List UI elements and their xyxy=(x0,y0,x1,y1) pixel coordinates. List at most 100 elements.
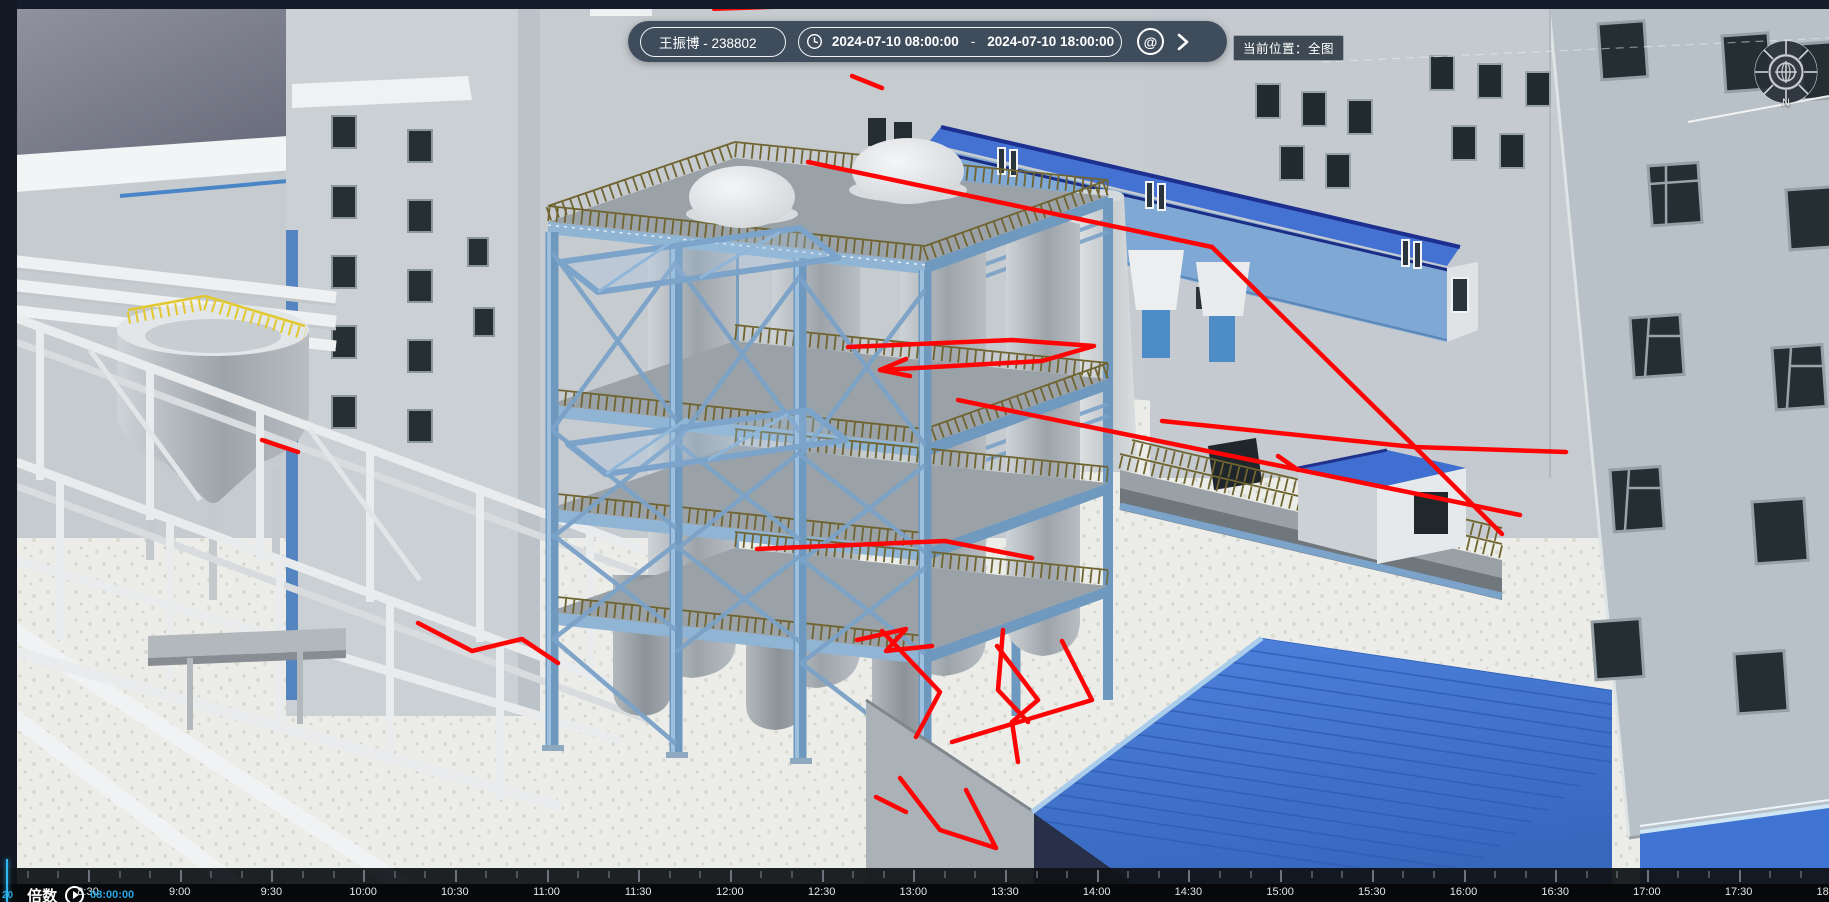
timeline-tick xyxy=(1708,871,1710,878)
timeline-label: 18:00 xyxy=(1817,886,1829,898)
timeline-tick xyxy=(1311,871,1313,878)
timeline-label: 17:30 xyxy=(1725,886,1753,898)
timeline-tick xyxy=(302,871,304,878)
timeline-tick xyxy=(1800,871,1802,878)
timeline-tick xyxy=(669,871,671,878)
timeline-tick xyxy=(1494,871,1496,878)
locate-person-button[interactable]: @ xyxy=(1137,28,1164,55)
current-time: 08:00:00 xyxy=(90,889,134,901)
location-badge: 当前位置：全图 xyxy=(1233,35,1344,61)
timeline-tick xyxy=(333,871,335,878)
speed-value: 20 xyxy=(2,890,13,901)
clock-icon xyxy=(806,33,823,50)
time-separator: - xyxy=(971,34,976,49)
timeline-labels: 8:309:009:3010:0010:3011:0011:3012:0012:… xyxy=(0,884,1829,902)
timeline-tick xyxy=(547,870,549,882)
timeline-tick xyxy=(1769,871,1771,878)
timeline-tick xyxy=(394,871,396,878)
timeline-tick xyxy=(1097,870,1099,882)
timeline-tick xyxy=(1616,871,1618,878)
timeline-tick xyxy=(791,871,793,878)
timeline-tick xyxy=(1341,871,1343,878)
timeline-tick xyxy=(1677,871,1679,878)
scene-3d-viewport[interactable] xyxy=(0,0,1829,902)
north-label: N xyxy=(1747,97,1825,109)
speed-label: 倍数 xyxy=(27,885,57,902)
timeline-tick xyxy=(516,871,518,878)
timeline-label: 14:00 xyxy=(1083,886,1111,898)
timeline-tick xyxy=(944,871,946,878)
timeline-label: 16:30 xyxy=(1541,886,1569,898)
timeline-tick xyxy=(638,870,640,882)
next-button[interactable] xyxy=(1175,31,1195,53)
timeline-tick xyxy=(1280,870,1282,882)
timeline-label: 15:00 xyxy=(1266,886,1294,898)
timeline-tick xyxy=(1219,871,1221,878)
timeline-label: 13:00 xyxy=(900,886,928,898)
timeline-label: 9:30 xyxy=(261,886,282,898)
time-range-picker[interactable]: 2024-07-10 08:00:00 - 2024-07-10 18:00:0… xyxy=(798,27,1122,57)
locate-icon: @ xyxy=(1144,34,1158,50)
timeline-tick xyxy=(1158,871,1160,878)
timeline-tick xyxy=(271,870,273,882)
timeline-tick xyxy=(852,871,854,878)
timeline-label: 12:30 xyxy=(808,886,836,898)
timeline-tick xyxy=(608,871,610,878)
timeline-label: 10:30 xyxy=(441,886,469,898)
timeline-tick xyxy=(485,871,487,878)
timeline-tick xyxy=(1647,870,1649,882)
timeline-label: 16:00 xyxy=(1450,886,1478,898)
timeline-tick xyxy=(1188,870,1190,882)
timeline-tick xyxy=(424,871,426,878)
timeline-tick xyxy=(1739,870,1741,882)
timeline-tick xyxy=(180,870,182,882)
timeline-tick xyxy=(1372,870,1374,882)
timeline-label: 12:00 xyxy=(716,886,744,898)
timeline-tick xyxy=(27,871,29,878)
timeline-label: 11:30 xyxy=(625,886,652,898)
person-label: 王振博 - 238802 xyxy=(659,32,757,52)
timeline-tick xyxy=(455,870,457,882)
timeline-tick xyxy=(1555,870,1557,882)
timeline-tick xyxy=(1127,871,1129,878)
plant-3d-render xyxy=(0,0,1829,902)
play-icon xyxy=(73,891,79,899)
timeline-ruler[interactable] xyxy=(0,868,1829,884)
timeline-tick xyxy=(1586,871,1588,878)
timeline-label: 17:00 xyxy=(1633,886,1661,898)
timeline-tick xyxy=(1005,870,1007,882)
timeline-tick xyxy=(760,871,762,878)
timeline-label: 10:00 xyxy=(349,886,377,898)
timeline-tick xyxy=(883,871,885,878)
timeline-tick xyxy=(1464,870,1466,882)
timeline-tick xyxy=(149,871,151,878)
playback-controls: 20 倍数 08:00:00 xyxy=(0,882,134,902)
timeline-tick xyxy=(363,870,365,882)
compass-control[interactable]: N xyxy=(1747,33,1825,125)
timeline-label: 11:00 xyxy=(533,886,560,898)
person-select[interactable]: 王振博 - 238802 xyxy=(640,27,786,57)
time-start: 2024-07-10 08:00:00 xyxy=(832,34,959,49)
timeline-tick xyxy=(577,871,579,878)
timeline-tick xyxy=(1066,871,1068,878)
timeline-label: 15:30 xyxy=(1358,886,1386,898)
query-toolbar: 王振博 - 238802 2024-07-10 08:00:00 - 2024-… xyxy=(628,21,1227,62)
timeline-tick xyxy=(1402,871,1404,878)
timeline-label: 9:00 xyxy=(169,886,190,898)
play-button[interactable] xyxy=(65,886,84,902)
timeline: 8:309:009:3010:0010:3011:0011:3012:0012:… xyxy=(0,868,1829,902)
timeline-tick xyxy=(822,870,824,882)
timeline-tick xyxy=(974,871,976,878)
timeline-tick xyxy=(241,871,243,878)
timeline-tick xyxy=(1036,871,1038,878)
timeline-tick xyxy=(1250,871,1252,878)
timeline-label: 14:30 xyxy=(1175,886,1203,898)
timeline-tick xyxy=(913,870,915,882)
time-end: 2024-07-10 18:00:00 xyxy=(987,34,1114,49)
timeline-tick xyxy=(57,871,59,878)
timeline-tick xyxy=(119,871,121,878)
timeline-label: 13:30 xyxy=(991,886,1019,898)
personnel-tracking-app: 王振博 - 238802 2024-07-10 08:00:00 - 2024-… xyxy=(0,0,1829,902)
timeline-tick xyxy=(1525,871,1527,878)
timeline-tick xyxy=(699,871,701,878)
